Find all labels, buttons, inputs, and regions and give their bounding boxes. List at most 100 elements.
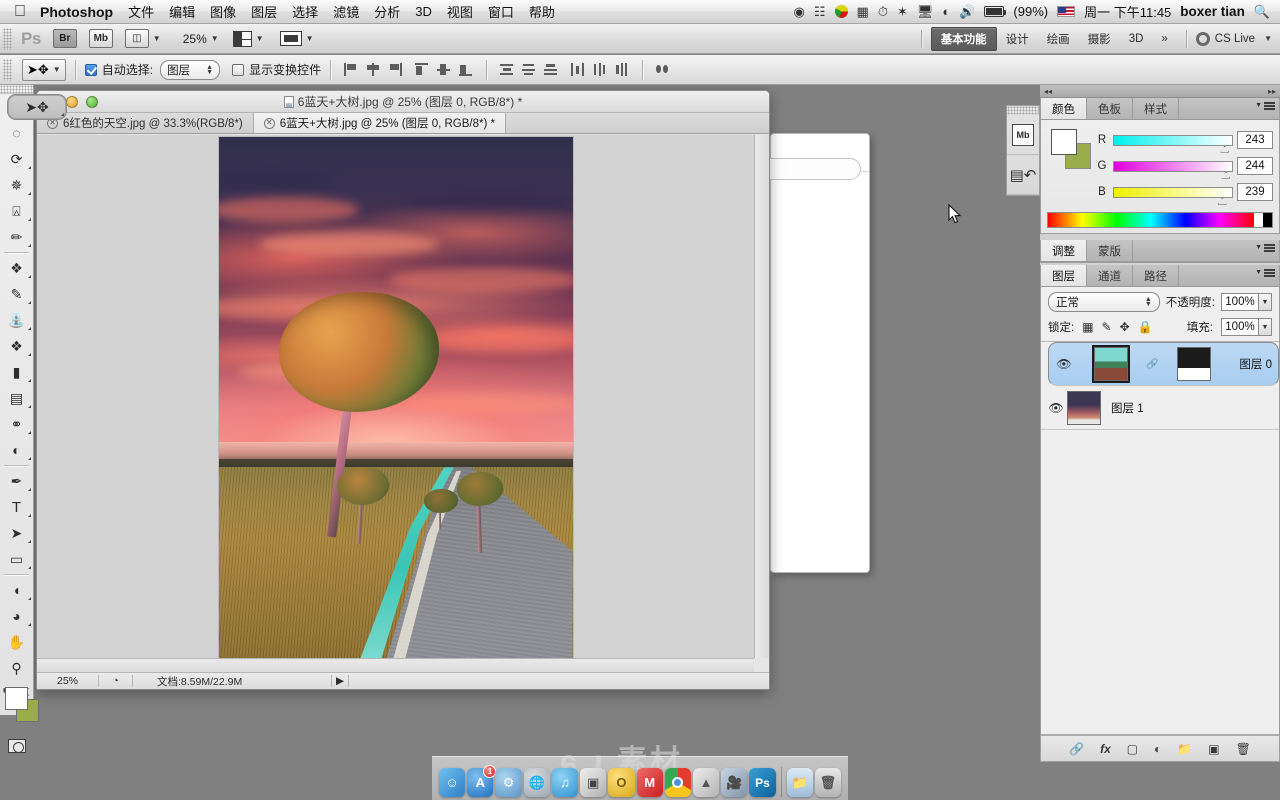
dock-item-downloads-folder[interactable]: 📁: [786, 768, 813, 797]
menu-item-analysis[interactable]: 分析: [374, 2, 400, 21]
apple-menu-icon[interactable]: : [14, 3, 26, 20]
menu-item-edit[interactable]: 编辑: [169, 2, 195, 21]
arrange-chevron-down-icon[interactable]: ▼: [256, 34, 264, 43]
color-spectrum-ramp[interactable]: [1047, 212, 1273, 228]
launch-bridge-button[interactable]: Br: [52, 29, 77, 48]
canvas-image[interactable]: [218, 137, 573, 658]
opacity-value[interactable]: 100%: [1221, 293, 1259, 311]
color-panel-swatches[interactable]: [1051, 129, 1091, 169]
workspace-3d[interactable]: 3D: [1120, 30, 1153, 48]
toolbar-grip[interactable]: [0, 85, 33, 94]
tab-color[interactable]: 颜色: [1041, 98, 1087, 119]
layer-name[interactable]: 图层 0: [1239, 356, 1272, 372]
bluetooth-icon[interactable]: ✶: [897, 4, 908, 20]
color-swatches[interactable]: ■ ⇱: [3, 685, 39, 731]
dock-item-app-store[interactable]: A1: [467, 765, 497, 797]
dock-item-photo-app[interactable]: ▲: [692, 768, 720, 797]
align-horizontal-centers-icon[interactable]: [365, 62, 381, 77]
delete-layer-icon[interactable]: 🗑: [1236, 742, 1251, 756]
menu-item-file[interactable]: 文件: [128, 2, 154, 21]
screen-mode-chevron-down-icon[interactable]: ▼: [306, 34, 314, 43]
layer-row-1[interactable]: 👁 图层 1: [1041, 386, 1279, 430]
view-extras-chevron-down-icon[interactable]: ▼: [153, 34, 161, 43]
workspace-essentials[interactable]: 基本功能: [930, 26, 997, 51]
tab-masks[interactable]: 蒙版: [1087, 240, 1133, 261]
layer-mask-thumbnail[interactable]: [1176, 347, 1211, 381]
screen-record-icon[interactable]: ◉: [794, 4, 805, 20]
appbar-grip[interactable]: [3, 27, 12, 50]
menu-item-filter[interactable]: 滤镜: [333, 2, 359, 21]
menu-item-window[interactable]: 窗口: [488, 2, 514, 21]
align-left-edges-icon[interactable]: [343, 62, 359, 77]
foreground-color-swatch[interactable]: [5, 687, 28, 710]
tool-zoom[interactable]: ⚲: [0, 655, 33, 681]
tab-adjustments[interactable]: 调整: [1041, 240, 1087, 261]
volume-icon[interactable]: 🔊: [959, 4, 975, 20]
distribute-left-edges-icon[interactable]: [570, 62, 586, 77]
collapse-left-icon[interactable]: ◂◂: [1044, 87, 1052, 96]
layer-visibility-icon[interactable]: 👁: [1045, 401, 1067, 415]
distribute-vertical-centers-icon[interactable]: [521, 62, 537, 77]
align-vertical-centers-icon[interactable]: [436, 62, 452, 77]
dock-item-opera[interactable]: O: [608, 768, 635, 797]
lock-image-pixels-icon[interactable]: ✎: [1102, 320, 1112, 334]
tab-paths[interactable]: 路径: [1133, 265, 1179, 286]
dock-item-trash[interactable]: 🗑: [814, 768, 841, 797]
tool-clone-stamp[interactable]: ⛲: [0, 307, 33, 333]
add-mask-icon[interactable]: ▢: [1127, 742, 1138, 756]
zoom-chevron-down-icon[interactable]: ▼: [211, 34, 219, 43]
opacity-chevron-down-icon[interactable]: ▼: [1259, 293, 1272, 311]
tool-path-selection[interactable]: ➤: [0, 520, 33, 546]
tab-styles[interactable]: 样式: [1133, 98, 1179, 119]
distribute-top-edges-icon[interactable]: [499, 62, 515, 77]
launch-mini-bridge-button[interactable]: Mb: [88, 29, 113, 48]
layer-style-fx-icon[interactable]: fx: [1100, 742, 1111, 756]
layer-visibility-icon[interactable]: 👁: [1053, 357, 1075, 371]
dock-item-browser-globe[interactable]: 🌐: [523, 768, 550, 797]
clock-text[interactable]: 周一 下午11:45: [1084, 2, 1171, 21]
tool-type[interactable]: T: [0, 494, 33, 520]
menu-item-layer[interactable]: 图层: [251, 2, 277, 21]
red-channel-value[interactable]: 243: [1237, 131, 1273, 149]
tool-eyedropper[interactable]: ✏: [0, 224, 33, 250]
layers-panel-menu-button[interactable]: ▼: [1255, 269, 1275, 277]
document-titlebar[interactable]: 6蓝天+大树.jpg @ 25% (图层 0, RGB/8*) *: [37, 91, 769, 113]
layer-thumbnail[interactable]: [1093, 347, 1128, 381]
zoom-window-button[interactable]: [86, 95, 98, 108]
tool-move[interactable]: ➤✥: [7, 94, 67, 120]
status-info-icon[interactable]: ◔: [99, 675, 133, 687]
menu-item-3d[interactable]: 3D: [415, 4, 432, 19]
show-transform-controls-checkbox[interactable]: [232, 63, 245, 76]
distribute-right-edges-icon[interactable]: [614, 62, 630, 77]
adjustment-layer-icon[interactable]: ◐: [1154, 742, 1161, 756]
align-bottom-edges-icon[interactable]: [458, 62, 474, 77]
tool-healing-brush[interactable]: ❖: [0, 255, 33, 281]
screen-mode-icon[interactable]: [279, 31, 302, 46]
display-icon[interactable]: 🖥: [917, 4, 934, 20]
new-group-icon[interactable]: 📁: [1177, 742, 1192, 756]
tool-eraser[interactable]: ▮: [0, 359, 33, 385]
document-tab-blue-sky-tree[interactable]: ✕ 6蓝天+大树.jpg @ 25% (图层 0, RGB/8*) *: [253, 113, 506, 133]
layer-name[interactable]: 图层 1: [1111, 400, 1144, 416]
panel-dock-collapse-bar[interactable]: ◂◂ ▸▸: [1040, 85, 1280, 98]
layer-mask-link-icon[interactable]: 🔗: [1146, 359, 1158, 370]
menu-item-select[interactable]: 选择: [292, 2, 318, 21]
wifi-icon[interactable]: ◐: [942, 4, 950, 19]
tool-crop[interactable]: ⍓: [0, 198, 33, 224]
tool-blur[interactable]: ⚭: [0, 411, 33, 437]
history-panel-button[interactable]: ▤↶: [1007, 155, 1039, 195]
adjustments-panel-menu-button[interactable]: ▼: [1255, 244, 1275, 252]
distribute-bottom-edges-icon[interactable]: [543, 62, 559, 77]
menu-item-help[interactable]: 帮助: [529, 2, 555, 21]
blend-mode-dropdown[interactable]: 正常 ▲ ▼: [1048, 292, 1160, 312]
background-window[interactable]: [711, 133, 870, 573]
canvas-horizontal-scrollbar[interactable]: [37, 658, 754, 673]
red-slider-thumb[interactable]: [1220, 145, 1230, 153]
distribute-horizontal-centers-icon[interactable]: [592, 62, 608, 77]
mini-bridge-panel-button[interactable]: Mb: [1007, 115, 1039, 155]
tool-dodge[interactable]: ◐: [0, 437, 33, 463]
tool-lasso[interactable]: ⟳: [0, 146, 33, 172]
tool-rectangle-shape[interactable]: ▭: [0, 546, 33, 572]
flag-icon[interactable]: [1057, 6, 1076, 17]
user-name[interactable]: boxer tian: [1180, 4, 1245, 19]
